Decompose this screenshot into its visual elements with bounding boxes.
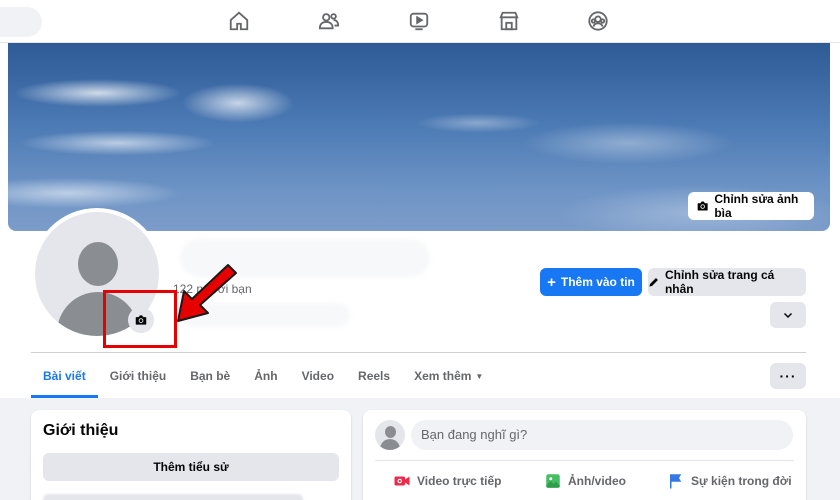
edit-profile-button[interactable]: Chỉnh sửa trang cá nhân <box>648 268 806 296</box>
camera-icon <box>697 201 708 211</box>
edit-profile-label: Chỉnh sửa trang cá nhân <box>664 268 775 296</box>
tab-video[interactable]: Video <box>290 354 346 398</box>
top-nav-bar <box>0 0 840 43</box>
flag-icon <box>670 474 682 489</box>
cover-photo: Chỉnh sửa ảnh bìa <box>8 43 830 231</box>
plus-icon: + <box>547 273 556 291</box>
live-video-icon <box>394 476 410 486</box>
add-story-label: Thêm vào tin <box>560 275 635 289</box>
intro-card: Giới thiệu Thêm tiểu sử <box>31 410 351 500</box>
video-icon[interactable] <box>408 10 430 32</box>
add-to-story-button[interactable]: + Thêm vào tin <box>540 268 642 296</box>
life-event-button[interactable]: Sự kiện trong đời <box>667 468 792 494</box>
live-video-button[interactable]: Video trực tiếp <box>393 468 502 494</box>
search-input[interactable] <box>0 7 42 37</box>
add-bio-button[interactable]: Thêm tiểu sử <box>43 453 339 481</box>
blurred-intro-detail <box>43 494 303 500</box>
life-event-label: Sự kiện trong đời <box>691 474 792 488</box>
photo-icon <box>546 474 560 488</box>
profile-header: Chỉnh sửa ảnh bìa 122 người bạn + Thêm v… <box>0 43 840 398</box>
tab-reels[interactable]: Reels <box>346 354 402 398</box>
avatar <box>375 420 405 450</box>
tab-more[interactable]: Xem thêm ▼ <box>402 354 495 398</box>
annotation-arrow-icon <box>177 264 237 322</box>
caret-down-icon: ▼ <box>475 372 484 381</box>
home-icon[interactable] <box>228 10 250 32</box>
intro-title: Giới thiệu <box>43 422 119 439</box>
live-video-label: Video trực tiếp <box>417 474 502 488</box>
profile-tabs: Bài viết Giới thiệu Bạn bè Ảnh Video Ree… <box>31 354 495 398</box>
annotation-highlight-box <box>103 290 177 348</box>
edit-cover-button[interactable]: Chỉnh sửa ảnh bìa <box>688 192 814 220</box>
tab-friends[interactable]: Bạn bè <box>178 354 242 398</box>
post-composer: Bạn đang nghĩ gì? Video trực tiếp Ảnh/vi… <box>363 410 806 500</box>
expand-button[interactable] <box>770 302 806 328</box>
pencil-icon <box>649 278 658 287</box>
edit-cover-label: Chỉnh sửa ảnh bìa <box>714 192 799 220</box>
header-divider <box>31 352 806 353</box>
tab-photos[interactable]: Ảnh <box>242 354 289 398</box>
groups-icon[interactable] <box>587 10 609 32</box>
tab-posts[interactable]: Bài viết <box>31 354 98 398</box>
tab-about[interactable]: Giới thiệu <box>98 354 179 398</box>
chevron-down-icon <box>783 312 793 319</box>
photo-video-label: Ảnh/video <box>568 474 627 488</box>
composer-divider <box>375 460 794 461</box>
marketplace-icon[interactable] <box>498 10 520 32</box>
more-options-button[interactable]: ··· <box>770 363 806 389</box>
friends-icon[interactable] <box>318 10 340 32</box>
photo-video-button[interactable]: Ảnh/video <box>544 468 626 494</box>
whats-on-your-mind-input[interactable]: Bạn đang nghĩ gì? <box>411 420 793 450</box>
